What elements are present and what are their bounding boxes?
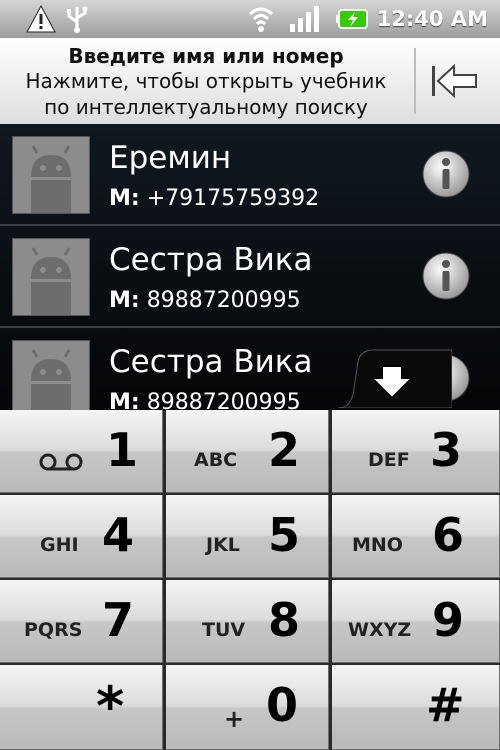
dial-keypad: 1 ABC 2 DEF 3 GHI 4 JKL 5 MNO 6 PQRS 7 T… — [0, 410, 500, 750]
key-digit: 5 — [268, 508, 301, 562]
contact-phone: М: +79175759392 — [109, 184, 319, 214]
key-star[interactable]: * — [0, 665, 163, 750]
key-0[interactable]: + 0 — [166, 665, 329, 750]
key-hash[interactable]: # — [332, 665, 500, 750]
search-title: Введите имя или номер — [68, 44, 344, 68]
contact-name: Сестра Вика — [109, 344, 313, 380]
voicemail-icon — [39, 453, 83, 471]
key-4[interactable]: GHI 4 — [0, 495, 163, 578]
key-3[interactable]: DEF 3 — [332, 410, 500, 493]
search-header[interactable]: Введите имя или номер Нажмите, чтобы отк… — [0, 38, 500, 125]
backspace-button[interactable] — [414, 38, 500, 124]
key-letters: WXYZ — [348, 619, 412, 641]
list-item[interactable]: Сестра Вика М: 89887200995 — [0, 226, 500, 328]
key-digit: 9 — [432, 593, 465, 647]
key-letters: TUV — [202, 619, 246, 641]
phone-type: М: — [109, 390, 140, 410]
phone-number: 89887200995 — [146, 288, 301, 313]
avatar — [12, 136, 90, 214]
contact-phone: М: 89887200995 — [109, 286, 301, 316]
hide-keypad-button[interactable] — [338, 348, 452, 408]
avatar — [12, 238, 90, 316]
contact-name: Сестра Вика — [109, 242, 313, 278]
wifi-icon — [248, 7, 274, 32]
list-item[interactable]: Еремин М: +79175759392 — [0, 124, 500, 226]
key-letters: PQRS — [24, 619, 83, 641]
key-letters: + — [224, 705, 245, 733]
avatar — [12, 340, 90, 410]
phone-number: 89887200995 — [146, 390, 301, 410]
key-digit: * — [96, 675, 125, 738]
key-2[interactable]: ABC 2 — [166, 410, 329, 493]
key-letters: DEF — [368, 449, 410, 471]
key-digit: 2 — [268, 423, 301, 477]
backspace-arrow-icon — [432, 63, 477, 99]
battery-charging-icon — [336, 9, 368, 29]
key-digit: 4 — [102, 508, 135, 562]
usb-icon — [67, 6, 88, 33]
info-icon[interactable] — [420, 250, 472, 302]
phone-type: М: — [109, 288, 140, 313]
key-1[interactable]: 1 — [0, 410, 163, 493]
search-hint-line2: по интеллектуальному поиску — [44, 95, 368, 119]
key-digit: 6 — [432, 508, 465, 562]
key-9[interactable]: WXYZ 9 — [332, 580, 500, 663]
status-bar: 12:40 AM — [0, 0, 500, 38]
info-icon[interactable] — [420, 148, 472, 200]
key-letters: MNO — [352, 534, 403, 556]
search-hint[interactable]: Введите имя или номер Нажмите, чтобы отк… — [0, 44, 412, 120]
key-6[interactable]: MNO 6 — [332, 495, 500, 578]
contact-phone: М: 89887200995 — [109, 388, 301, 410]
divider — [414, 48, 416, 114]
key-8[interactable]: TUV 8 — [166, 580, 329, 663]
phone-number: +79175759392 — [146, 186, 320, 211]
key-7[interactable]: PQRS 7 — [0, 580, 163, 663]
key-digit: 3 — [430, 423, 463, 477]
search-hint-line1: Нажмите, чтобы открыть учебник — [25, 69, 387, 93]
warning-icon — [26, 4, 56, 33]
key-digit: 8 — [268, 593, 301, 647]
key-digit: 0 — [266, 678, 299, 732]
key-digit: 7 — [102, 593, 135, 647]
android-avatar-icon — [13, 341, 89, 410]
clock: 12:40 AM — [376, 7, 488, 31]
android-avatar-icon — [13, 137, 89, 213]
key-letters: JKL — [206, 534, 240, 556]
key-letters: ABC — [194, 449, 238, 471]
key-letters: GHI — [40, 534, 79, 556]
key-5[interactable]: JKL 5 — [166, 495, 329, 578]
phone-type: М: — [109, 186, 140, 211]
key-digit: 1 — [106, 423, 139, 477]
key-digit: # — [426, 678, 465, 732]
contact-name: Еремин — [109, 140, 232, 176]
signal-icon — [290, 6, 319, 32]
android-avatar-icon — [13, 239, 89, 315]
